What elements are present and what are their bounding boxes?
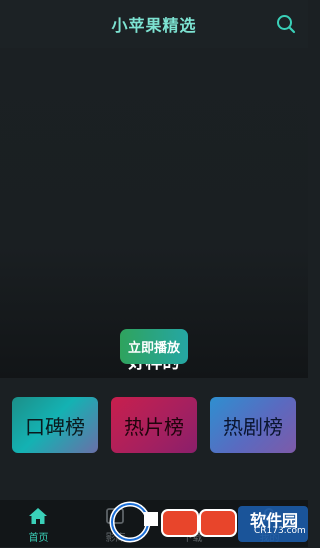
search-button[interactable] — [276, 14, 296, 34]
top-bar: 小苹果精选 — [0, 0, 308, 48]
rank-card-label: 热剧榜 — [223, 414, 283, 439]
nav-label: 首页 — [28, 533, 49, 544]
rank-card-reputation[interactable]: 口碑榜 — [12, 397, 98, 453]
home-icon — [29, 508, 47, 524]
watermark-site: CR173.com — [254, 526, 306, 536]
nav-item-home[interactable]: 首页 — [0, 500, 77, 547]
rank-card-hot-series[interactable]: 热剧榜 — [210, 397, 296, 453]
rank-card-hot-movies[interactable]: 热片榜 — [111, 397, 197, 453]
app-title: 小苹果精选 — [111, 16, 197, 35]
rank-card-label: 热片榜 — [124, 414, 184, 439]
play-now-button[interactable]: 立即播放 — [120, 329, 188, 364]
watermark: 软件园 CR173.com — [104, 500, 308, 544]
rank-card-label: 口碑榜 — [25, 414, 85, 439]
search-icon — [277, 15, 296, 34]
